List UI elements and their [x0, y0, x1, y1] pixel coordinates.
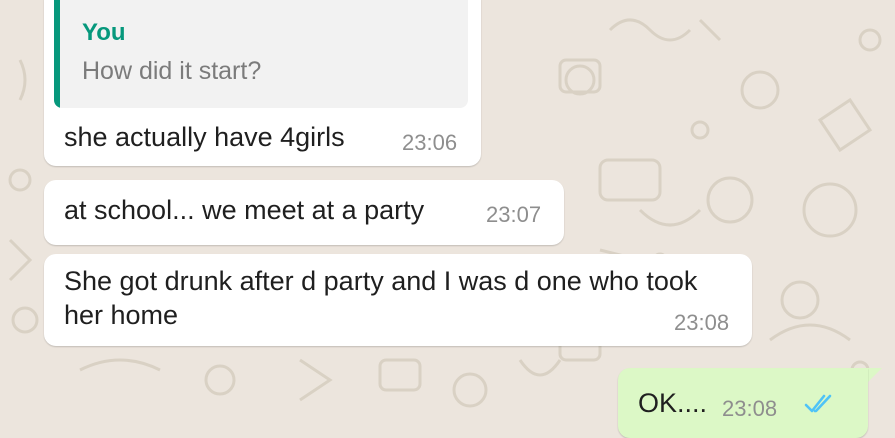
message-text: OK....	[638, 388, 708, 418]
incoming-message-bubble[interactable]: You How did it start? she actually have …	[44, 0, 481, 166]
reply-author: You	[82, 19, 126, 46]
incoming-message-bubble[interactable]: She got drunk after d party and I was d …	[44, 254, 752, 346]
reply-text: How did it start?	[82, 57, 262, 85]
message-time: 23:06	[402, 130, 458, 155]
double-check-read-icon	[804, 394, 832, 413]
quoted-reply[interactable]: You How did it start?	[54, 0, 468, 108]
incoming-message-bubble[interactable]: at school... we meet at a party 23:07	[44, 180, 564, 245]
message-time: 23:07	[486, 202, 542, 227]
message-text: at school... we meet at a party	[64, 195, 425, 225]
message-time: 23:08	[722, 396, 778, 421]
outgoing-bubble-tail	[868, 368, 882, 382]
message-text: She got drunk after d party and I was d …	[64, 266, 698, 330]
outgoing-message-bubble[interactable]: OK.... 23:08	[618, 368, 868, 438]
message-time: 23:08	[674, 310, 730, 335]
message-text: she actually have 4girls	[64, 122, 345, 152]
reply-accent-bar	[54, 0, 60, 108]
